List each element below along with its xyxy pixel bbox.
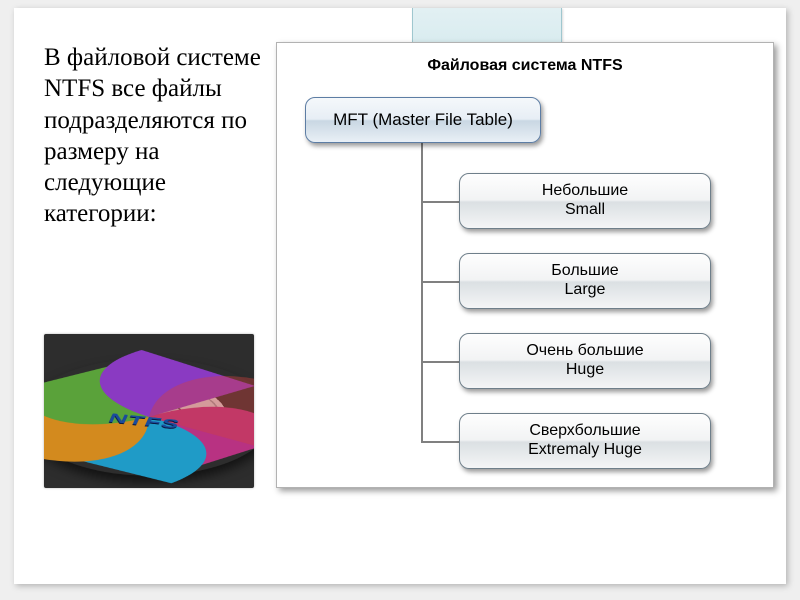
node-label-line1: Сверхбольшие [529, 422, 640, 441]
node-label-line2: Large [565, 281, 606, 300]
child-node: Небольшие Small [459, 173, 711, 229]
child-node: Очень большие Huge [459, 333, 711, 389]
node-label-line2: Extremaly Huge [528, 441, 642, 460]
connector-line [421, 201, 459, 203]
slide: В файловой системе NTFS все файлы подраз… [14, 8, 786, 584]
diagram-panel: Файловая система NTFS MFT (Master File T… [276, 42, 774, 488]
connector-line [421, 361, 459, 363]
node-box: Небольшие Small [459, 173, 711, 229]
child-node: Большие Large [459, 253, 711, 309]
node-box: MFT (Master File Table) [305, 97, 541, 143]
node-box: Сверхбольшие Extremaly Huge [459, 413, 711, 469]
node-label-line1: Небольшие [542, 182, 628, 201]
child-node: Сверхбольшие Extremaly Huge [459, 413, 711, 469]
node-label-line2: Small [565, 201, 605, 220]
diagram-title: Файловая система NTFS [277, 57, 773, 75]
node-box: Большие Large [459, 253, 711, 309]
node-box: Очень большие Huge [459, 333, 711, 389]
connector-line [421, 281, 459, 283]
root-node: MFT (Master File Table) [305, 97, 541, 143]
node-label-line2: Huge [566, 361, 604, 380]
ntfs-disc-image: NTFS [44, 334, 254, 488]
body-text: В файловой системе NTFS все файлы подраз… [44, 42, 266, 230]
connector-line [421, 143, 423, 441]
node-label-line1: Большие [551, 262, 618, 281]
connector-line [421, 441, 459, 443]
node-label-line1: Очень большие [526, 342, 643, 361]
node-label: MFT (Master File Table) [333, 110, 513, 130]
